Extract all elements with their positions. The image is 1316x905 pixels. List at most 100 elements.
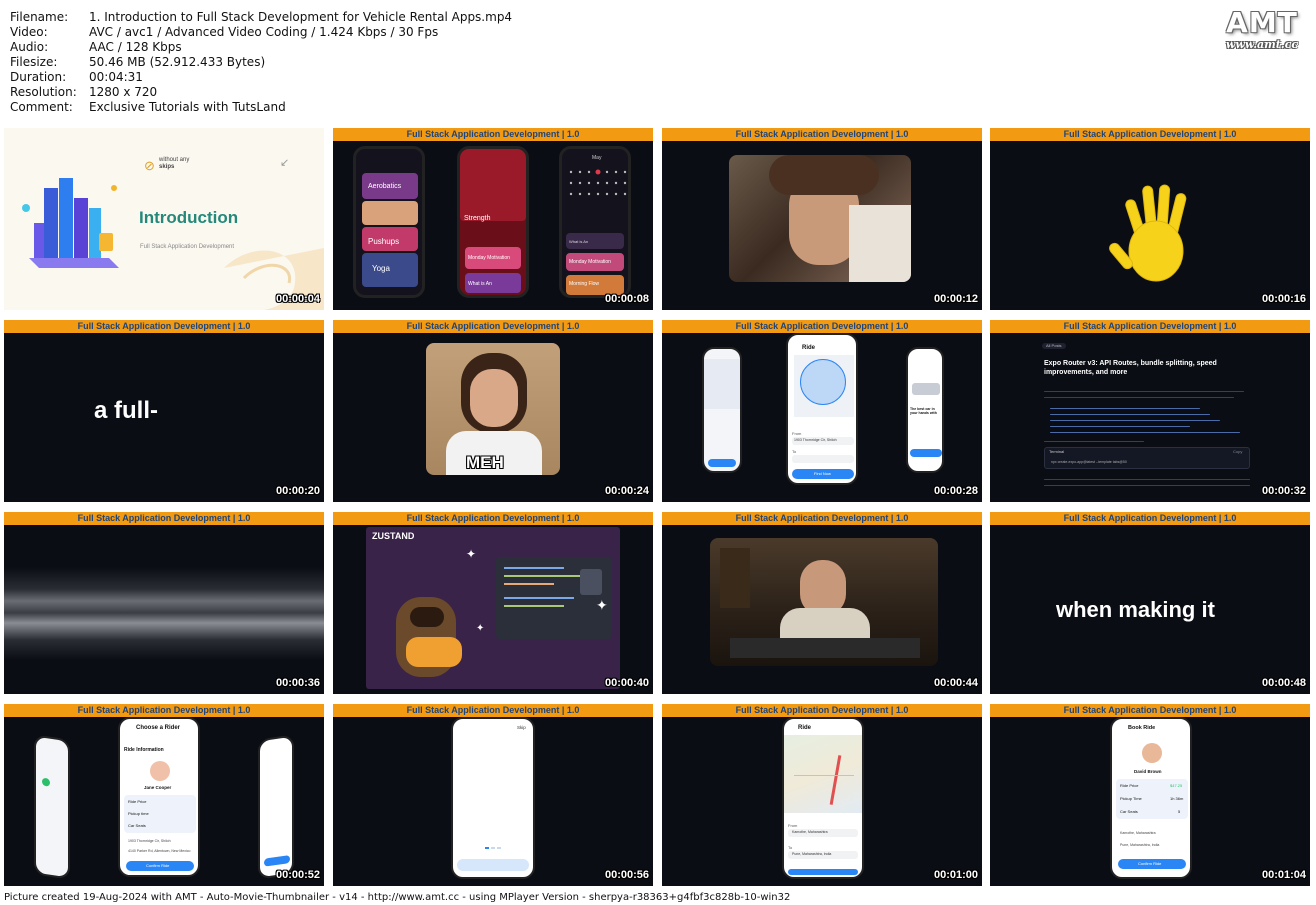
car-seats-label: Car Seats [1120, 809, 1138, 814]
frame-meh-gif: MEH [333, 333, 653, 502]
timestamp: 00:00:32 [1261, 485, 1306, 497]
arrow-icon: ↙ [280, 157, 290, 169]
timestamp: 00:00:12 [933, 293, 978, 305]
frame-motion-blur [4, 525, 324, 694]
card-label: What is An [468, 281, 492, 287]
thumbnail-00-00-56[interactable]: Full Stack Application Development | 1.0… [333, 704, 653, 886]
thumbnail-00-00-40[interactable]: Full Stack Application Development | 1.0… [333, 512, 653, 694]
meta-row-video: Video: AVC / avc1 / Advanced Video Coding… [10, 25, 512, 40]
meta-value: 00:04:31 [89, 70, 143, 84]
phone-mockup: Ride From 1903 Thornridge Cir, Shiloh To… [786, 333, 858, 485]
timestamp: 00:00:40 [604, 677, 649, 689]
meta-value: AVC / avc1 / Advanced Video Coding / 1.4… [89, 25, 439, 39]
map-view[interactable] [784, 735, 862, 813]
badge-text: without any skips [159, 157, 189, 171]
ride-header: Ride [802, 345, 816, 351]
frame-ride-map-route: Ride From Kamothe, Maharashtra To Pune, … [662, 717, 982, 886]
ride-info-title: Ride Information [124, 747, 164, 753]
meta-row-duration: Duration: 00:04:31 [10, 70, 512, 85]
thumbnail-grid: Introduction Full Stack Application Deve… [4, 128, 1312, 886]
thumbnail-00-00-48[interactable]: Full Stack Application Development | 1.0… [990, 512, 1310, 694]
course-banner: Full Stack Application Development | 1.0 [990, 704, 1310, 717]
dropoff-address: Pune, Maharashtra, India [1120, 843, 1160, 847]
frame-zustand-bear: ZUSTAND ✦ ✦ ✦ [333, 525, 653, 694]
video-clip: MEH [426, 343, 560, 475]
course-banner: Full Stack Application Development | 1.0 [333, 320, 653, 333]
skip-button[interactable]: Skip [517, 725, 526, 730]
thumbnail-00-00-20[interactable]: Full Stack Application Development | 1.0… [4, 320, 324, 502]
file-metadata: Filename: 1. Introduction to Full Stack D… [10, 10, 512, 115]
thumbnail-00-01-00[interactable]: Full Stack Application Development | 1.0… [662, 704, 982, 886]
video-clip [729, 155, 911, 282]
thumbnail-00-01-04[interactable]: Full Stack Application Development | 1.0… [990, 704, 1310, 886]
meta-row-filesize: Filesize: 50.46 MB (52.912.433 Bytes) [10, 55, 512, 70]
zustand-illustration: ZUSTAND ✦ ✦ ✦ [366, 527, 620, 689]
meta-row-audio: Audio: AAC / 128 Kbps [10, 40, 512, 55]
card-label: Monday Motivation [569, 259, 611, 265]
pickup-time-label: Pickup time [128, 811, 149, 816]
phone-mockup [258, 734, 294, 880]
thumbnail-00-00-44[interactable]: Full Stack Application Development | 1.0… [662, 512, 982, 694]
thumbnail-00-00-24[interactable]: Full Stack Application Development | 1.0… [333, 320, 653, 502]
timestamp: 00:00:08 [604, 293, 649, 305]
course-banner: Full Stack Application Development | 1.0 [990, 512, 1310, 525]
terminal-label: Terminal [1049, 449, 1065, 454]
thumbnail-00-00-16[interactable]: Full Stack Application Development | 1.0… [990, 128, 1310, 310]
field-label: To [792, 449, 797, 454]
dropoff-address: Pune, Maharashtra, India [792, 852, 832, 856]
frame-text-when-making-it: when making it [990, 525, 1310, 694]
sparkle-icon: ✦ [596, 597, 608, 613]
timestamp: 00:00:28 [933, 485, 978, 497]
driver-avatar [150, 761, 170, 781]
course-banner: Full Stack Application Development | 1.0 [333, 128, 653, 141]
card-label: What is An [569, 239, 589, 244]
phone-mockup: Book Ride David Brown Ride Price $47.25 … [1110, 717, 1192, 879]
thumbnail-00-00-08[interactable]: Full Stack Application Development | 1.0… [333, 128, 653, 310]
car-seats-label: Car Seats [128, 823, 146, 828]
thumbnail-00-00-32[interactable]: Full Stack Application Development | 1.0… [990, 320, 1310, 502]
amt-logo-url: www.amt.cc [1225, 38, 1299, 51]
card-label: Morning Flow [569, 281, 600, 287]
meta-key: Filename: [10, 10, 69, 24]
field-label: To [788, 845, 793, 850]
confirm-ride-button: Confirm Ride [146, 863, 170, 868]
badge-line2: skips [159, 164, 175, 170]
ride-price-label: Ride Price [128, 799, 147, 804]
meta-key: Filesize: [10, 55, 58, 69]
card-label: Pushups [368, 237, 400, 246]
timestamp: 00:00:48 [1261, 677, 1306, 689]
thumbnail-00-00-36[interactable]: Full Stack Application Development | 1.0… [4, 512, 324, 694]
book-ride-header: Book Ride [1128, 725, 1156, 731]
ride-price-label: Ride Price [1120, 783, 1139, 788]
thumbnail-00-00-52[interactable]: Full Stack Application Development | 1.0… [4, 704, 324, 886]
terminal-command: npx create-expo-app@latest --template ta… [1051, 460, 1127, 464]
timestamp: 00:00:52 [275, 869, 320, 881]
meme-caption: MEH [466, 453, 504, 472]
course-banner: Full Stack Application Development | 1.0 [990, 320, 1310, 333]
timestamp: 00:00:20 [275, 485, 320, 497]
driver-name: David Brown [1134, 769, 1162, 774]
phone-mockup [702, 347, 742, 473]
course-banner: Full Stack Application Development | 1.0 [333, 512, 653, 525]
copy-button[interactable]: Copy [1233, 449, 1242, 454]
post-title: Expo Router v3: API Routes, bundle split… [1044, 360, 1217, 376]
meta-key: Video: [10, 25, 48, 39]
timestamp: 00:00:04 [275, 293, 320, 305]
thumbnail-00-00-28[interactable]: Full Stack Application Development | 1.0… [662, 320, 982, 502]
zustand-logo: ZUSTAND [372, 531, 415, 541]
phone-mockup: Skip [451, 717, 535, 879]
card-label: Strength [464, 215, 491, 222]
course-banner: Full Stack Application Development | 1.0 [662, 320, 982, 333]
thumbnail-00-00-12[interactable]: Full Stack Application Development | 1.0… [662, 128, 982, 310]
meta-row-comment: Comment: Exclusive Tutorials with TutsLan… [10, 100, 512, 115]
meta-row-filename: Filename: 1. Introduction to Full Stack D… [10, 10, 512, 25]
badge-line1: without any [159, 157, 190, 163]
frame-wave-emoji [990, 141, 1310, 310]
frame-fitness-app-phones: Aerobatics Pushups Yoga Strength Monday … [333, 141, 653, 310]
intro-title: Introduction [139, 208, 239, 227]
terminal-block: Terminal Copy npx create-expo-app@latest… [1044, 447, 1250, 469]
timestamp: 00:01:00 [933, 869, 978, 881]
thumbnail-00-00-04[interactable]: Introduction Full Stack Application Deve… [4, 128, 324, 310]
timestamp: 00:00:24 [604, 485, 649, 497]
find-now-button: Find Now [814, 471, 831, 476]
